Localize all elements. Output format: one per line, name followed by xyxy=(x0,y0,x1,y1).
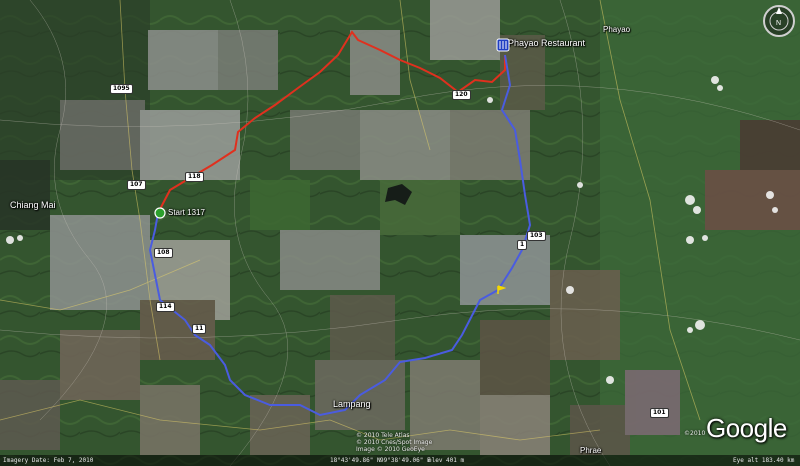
copyright-line-1: © 2010 Tele Atlas xyxy=(356,432,410,439)
road-shield-101: 101 xyxy=(650,408,669,418)
eye-altitude-readout: Eye alt 183.40 km xyxy=(733,457,795,464)
road-shield-1095: 1095 xyxy=(110,84,133,94)
status-bar: Imagery Date: Feb 7, 2010 18°43'49.86" N… xyxy=(0,455,800,466)
road-shield-120: 120 xyxy=(452,90,471,100)
place-label-phrae[interactable]: Phrae xyxy=(580,446,601,455)
road-shield-108: 108 xyxy=(154,248,173,258)
copyright-right: ©2010 xyxy=(684,430,706,437)
copyright-attribution: © 2010 Tele Atlas © 2010 Cnes/Spot Image… xyxy=(356,432,432,453)
place-label-lampang[interactable]: Lampang xyxy=(333,399,371,409)
elevation-readout: elev 401 m xyxy=(428,457,465,464)
copyright-line-3: Image © 2010 GeoEye xyxy=(356,446,425,453)
satellite-map[interactable]: Phayao Phayao Restaurant Chiang Mai Star… xyxy=(0,0,800,466)
place-label-phayao-restaurant[interactable]: Phayao Restaurant xyxy=(508,38,585,48)
road-shield-114: 114 xyxy=(156,302,175,312)
latitude-readout: 18°43'49.86" N xyxy=(330,457,381,464)
place-label-phayao[interactable]: Phayao xyxy=(603,25,630,34)
start-marker-icon[interactable] xyxy=(153,206,167,220)
map-imagery xyxy=(0,0,800,466)
longitude-readout: 99°38'49.06" E xyxy=(380,457,431,464)
flag-marker-icon[interactable] xyxy=(496,285,506,295)
restaurant-marker-icon[interactable] xyxy=(496,38,510,52)
google-logo: Google xyxy=(706,413,787,443)
place-label-start[interactable]: Start 1317 xyxy=(168,208,205,217)
road-shield-103: 103 xyxy=(527,231,546,241)
road-shield-107: 107 xyxy=(127,180,146,190)
imagery-date: Imagery Date: Feb 7, 2010 xyxy=(3,457,94,464)
place-label-chiang-mai[interactable]: Chiang Mai xyxy=(10,200,56,210)
road-shield-11: 11 xyxy=(192,324,207,334)
compass-icon[interactable]: N xyxy=(762,4,796,38)
copyright-line-2: © 2010 Cnes/Spot Image xyxy=(356,439,433,446)
svg-text:N: N xyxy=(776,20,781,27)
road-shield-118: 118 xyxy=(185,172,204,182)
road-shield-1-east: 1 xyxy=(517,240,528,250)
